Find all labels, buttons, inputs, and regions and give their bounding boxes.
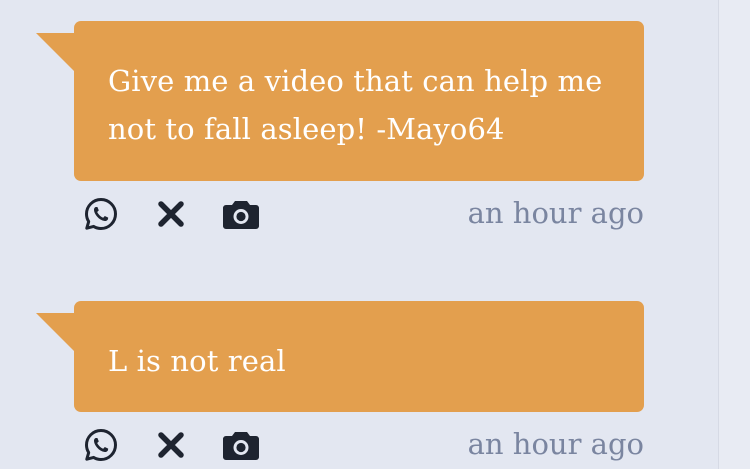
message-item: L is not real an hour ago: [36, 301, 646, 466]
message-text: L is not real: [108, 344, 286, 378]
message-actions: an hour ago: [82, 195, 644, 235]
message-timestamp: an hour ago: [467, 427, 644, 461]
scrollbar-track[interactable]: [718, 0, 750, 469]
message-text: Give me a video that can help me not to …: [108, 64, 603, 146]
whatsapp-icon[interactable]: [82, 195, 120, 233]
message-actions: an hour ago: [82, 426, 644, 466]
camera-icon[interactable]: [222, 426, 260, 464]
close-icon[interactable]: [152, 195, 190, 233]
camera-icon[interactable]: [222, 195, 260, 233]
message-bubble: L is not real: [36, 301, 644, 412]
close-icon[interactable]: [152, 426, 190, 464]
bubble-tail: [36, 313, 74, 351]
message-bubble: Give me a video that can help me not to …: [36, 21, 644, 181]
whatsapp-icon[interactable]: [82, 426, 120, 464]
bubble-tail: [36, 33, 74, 71]
message-timestamp: an hour ago: [467, 196, 644, 230]
message-item: Give me a video that can help me not to …: [36, 21, 646, 235]
